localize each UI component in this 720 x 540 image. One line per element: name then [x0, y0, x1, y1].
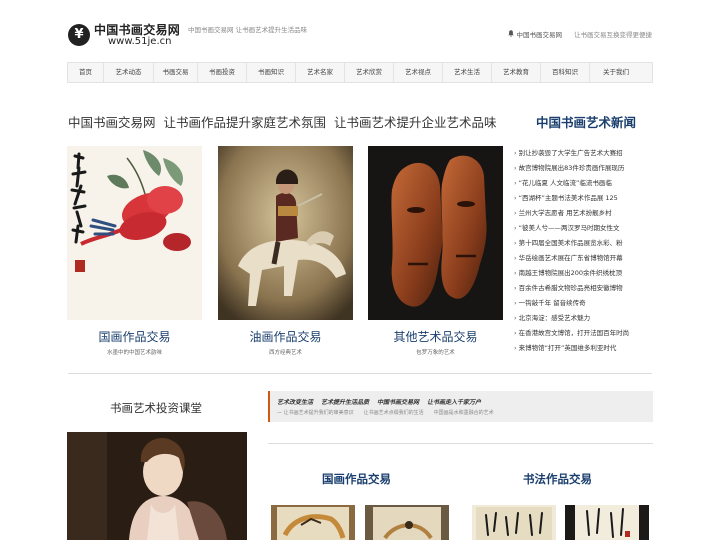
- bullet-icon: ›: [514, 149, 517, 157]
- nav-item[interactable]: 书画交易: [154, 63, 198, 82]
- news-list: › 别让抄袭毁了大学生广告艺术大赛招 › 故宫博物院展出83件珍贵画作展现历 › “花儿临…: [514, 146, 654, 356]
- news-item[interactable]: › “西湖杯”主题书法美术作品展 125: [514, 191, 654, 206]
- news-item[interactable]: › 华岳绘画艺术展在广东省博物馆开幕: [514, 251, 654, 266]
- header-site-link[interactable]: 中国书画交易网: [517, 29, 563, 39]
- tag-link[interactable]: 让书画走入千家万户: [427, 397, 481, 406]
- nav-item[interactable]: 百科知识: [541, 63, 590, 82]
- card-subtitle: 包罗万象的艺术: [416, 350, 455, 356]
- nav-item[interactable]: 艺术欣赏: [345, 63, 394, 82]
- guohua-painting-image[interactable]: [67, 146, 202, 320]
- news-item-text: 南越王博物院展出200余件织绣枕顶: [518, 269, 623, 277]
- section-divider: [68, 373, 652, 374]
- bullet-icon: ›: [514, 314, 517, 322]
- bell-icon: [507, 29, 514, 39]
- nav-item[interactable]: 艺术动态: [104, 63, 154, 82]
- subtag-text: — 让书画艺术提升我们的审美意识: [277, 410, 354, 416]
- tag-link[interactable]: 艺术提升生活品质: [321, 397, 369, 406]
- subtag-text: 中国画是水和墨融合的艺术: [433, 410, 494, 416]
- news-item[interactable]: › 北京海淀：感受艺术魅力: [514, 311, 654, 326]
- news-item-text: 兰州大学志愿者 用艺术扮靓乡村: [518, 209, 612, 217]
- subtag-text: 让书画艺术点缀我们的生活: [363, 410, 424, 416]
- youhua-painting-image[interactable]: [218, 146, 353, 320]
- site-logo[interactable]: ¥ 中国书画交易网 www.51je.cn: [68, 20, 188, 52]
- shufa-section-title[interactable]: 书法作品交易: [523, 471, 592, 487]
- news-item-text: 一钩敲千年 留音续传奇: [518, 299, 586, 307]
- portrait-painting-image[interactable]: [67, 432, 247, 540]
- news-item-text: 第十四届全国美术作品展览水彩、粉: [518, 239, 623, 247]
- shufa-thumb[interactable]: [565, 505, 649, 540]
- news-item[interactable]: › “彼美人兮——两汉罗马时期女性文: [514, 221, 654, 236]
- bullet-icon: ›: [514, 239, 517, 247]
- card-title[interactable]: 油画作品交易: [218, 328, 353, 345]
- news-item[interactable]: › 来博物馆“打开”英国维多利亚时代: [514, 341, 654, 356]
- guohua-thumb[interactable]: [365, 505, 449, 540]
- news-item-text: “西湖杯”主题书法美术作品展 125: [518, 194, 618, 202]
- news-item[interactable]: › 故宫博物院展出83件珍贵画作展现历: [514, 161, 654, 176]
- shufa-thumb[interactable]: [472, 505, 556, 540]
- nav-item[interactable]: 首页: [68, 63, 104, 82]
- bullet-icon: ›: [514, 254, 517, 262]
- news-item[interactable]: › 南越王博物院展出200余件织绣枕顶: [514, 266, 654, 281]
- nav-item[interactable]: 艺术教育: [492, 63, 541, 82]
- logo-url: www.51je.cn: [108, 36, 172, 47]
- news-item-text: 在香港故宫文博馆，打开法国百年时尚: [518, 329, 630, 337]
- news-item-text: 别让抄袭毁了大学生广告艺术大赛招: [518, 149, 623, 157]
- bullet-icon: ›: [514, 299, 517, 307]
- card-youhua[interactable]: 油画作品交易 西方经典艺术: [218, 146, 353, 356]
- nav-item[interactable]: 艺术生活: [443, 63, 492, 82]
- news-item[interactable]: › 在香港故宫文博馆，打开法国百年时尚: [514, 326, 654, 341]
- header-slogan: 中国书画交易网 让书画艺术提升生活品味: [188, 26, 308, 34]
- course-title[interactable]: 书画艺术投资课堂: [110, 400, 202, 416]
- yuan-icon: ¥: [68, 24, 90, 46]
- news-item-text: 故宫博物院展出83件珍贵画作展现历: [518, 164, 625, 172]
- nav-item[interactable]: 关于我们: [590, 63, 642, 82]
- section-divider: [268, 443, 653, 444]
- news-item-text: 北京海淀：感受艺术魅力: [518, 314, 591, 322]
- news-item[interactable]: › 别让抄袭毁了大学生广告艺术大赛招: [514, 146, 654, 161]
- card-guohua[interactable]: 国画作品交易 水墨中的中国艺术韵味: [67, 146, 202, 356]
- tag-bar: 艺术改变生活 艺术提升生活品质 中国书画交易网 让书画走入千家万户 — 让书画艺术提升…: [268, 391, 653, 422]
- news-item[interactable]: › 百余件古希腊文物珍品亮相安徽博物: [514, 281, 654, 296]
- nav-item[interactable]: 艺术名家: [296, 63, 345, 82]
- nav-item[interactable]: 艺术视点: [394, 63, 443, 82]
- header-note: 让书画交易互换变得更便捷: [574, 31, 652, 39]
- guohua-section-title[interactable]: 国画作品交易: [322, 471, 391, 487]
- card-other[interactable]: 其他艺术品交易 包罗万象的艺术: [368, 146, 503, 356]
- bullet-icon: ›: [514, 344, 517, 352]
- bullet-icon: ›: [514, 224, 517, 232]
- tag-row: 艺术改变生活 艺术提升生活品质 中国书画交易网 让书画走入千家万户: [277, 397, 489, 406]
- news-item-text: 来博物馆“打开”英国维多利亚时代: [518, 344, 617, 352]
- card-subtitle: 西方经典艺术: [268, 350, 302, 356]
- nav-item[interactable]: 书画知识: [247, 63, 296, 82]
- masks-image[interactable]: [368, 146, 503, 320]
- header-right: 中国书画交易网 让书画交易互换变得更便捷: [507, 29, 652, 39]
- nav-item[interactable]: 书画投资: [198, 63, 247, 82]
- guohua-thumb[interactable]: [271, 505, 355, 540]
- news-item[interactable]: › 第十四届全国美术作品展览水彩、粉: [514, 236, 654, 251]
- page-headline: 中国书画交易网 让书画作品提升家庭艺术氛围 让书画艺术提升企业艺术品味: [68, 115, 497, 130]
- bullet-icon: ›: [514, 269, 517, 277]
- bullet-icon: ›: [514, 284, 517, 292]
- news-item-text: “花儿临夏 人文临流”临流书画临: [518, 179, 612, 187]
- news-item-text: “彼美人兮——两汉罗马时期女性文: [518, 224, 620, 232]
- news-item[interactable]: › 兰州大学志愿者 用艺术扮靓乡村: [514, 206, 654, 221]
- news-item-text: 百余件古希腊文物珍品亮相安徽博物: [518, 284, 623, 292]
- tag-link[interactable]: 艺术改变生活: [277, 397, 313, 406]
- bullet-icon: ›: [514, 194, 517, 202]
- news-heading[interactable]: 中国书画艺术新闻: [536, 112, 636, 131]
- bullet-icon: ›: [514, 209, 517, 217]
- news-item[interactable]: › “花儿临夏 人文临流”临流书画临: [514, 176, 654, 191]
- card-subtitle: 水墨中的中国艺术韵味: [106, 350, 162, 356]
- bullet-icon: ›: [514, 179, 517, 187]
- news-item-text: 华岳绘画艺术展在广东省博物馆开幕: [518, 254, 623, 262]
- card-title[interactable]: 其他艺术品交易: [368, 328, 503, 345]
- bullet-icon: ›: [514, 164, 517, 172]
- site-header: ¥ 中国书画交易网 www.51je.cn 中国书画交易网 让书画艺术提升生活品…: [0, 0, 720, 62]
- card-title[interactable]: 国画作品交易: [67, 328, 202, 345]
- bullet-icon: ›: [514, 329, 517, 337]
- subtag-row: — 让书画艺术提升我们的审美意识 让书画艺术点缀我们的生活 中国画是水和墨融合的艺术: [277, 409, 504, 416]
- tag-link[interactable]: 中国书画交易网: [377, 397, 419, 406]
- main-nav: 首页 艺术动态 书画交易 书画投资 书画知识 艺术名家 艺术欣赏 艺术视点 艺术生活 艺术教育 百科…: [67, 62, 653, 83]
- news-item[interactable]: › 一钩敲千年 留音续传奇: [514, 296, 654, 311]
